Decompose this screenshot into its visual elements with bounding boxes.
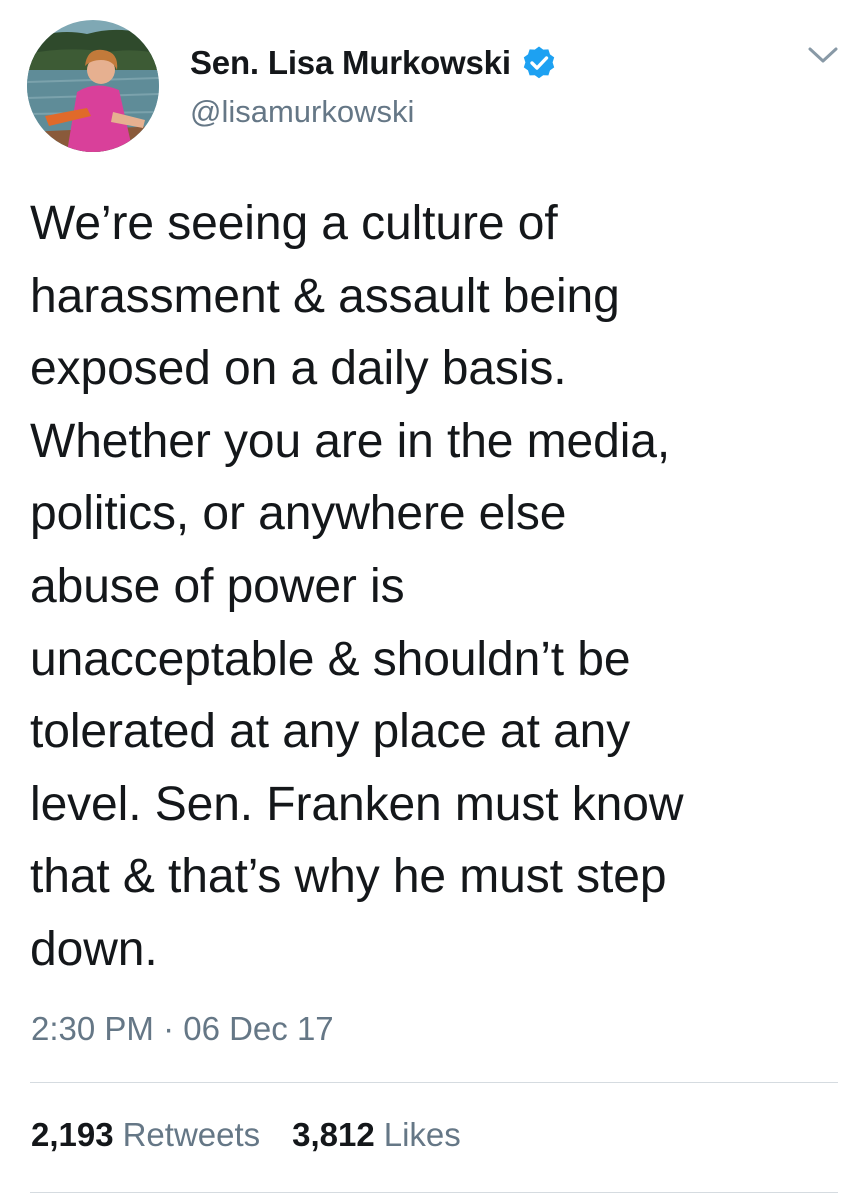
tweet-stats: 2,193 Retweets 3,812 Likes: [31, 1116, 461, 1154]
avatar-image: [27, 20, 159, 152]
retweets-count: 2,193: [31, 1116, 114, 1153]
verified-badge-icon: [523, 46, 555, 79]
chevron-down-icon[interactable]: [806, 43, 840, 67]
likes-stat[interactable]: 3,812 Likes: [292, 1116, 461, 1154]
display-name[interactable]: Sen. Lisa Murkowski: [190, 44, 511, 82]
tweet-timestamp[interactable]: 2:30 PM · 06 Dec 17: [31, 1010, 334, 1048]
likes-label: Likes: [383, 1116, 461, 1153]
divider: [30, 1192, 838, 1193]
avatar[interactable]: [27, 20, 159, 152]
divider: [30, 1082, 838, 1083]
tweet-text: We’re seeing a culture of harassment & a…: [30, 197, 684, 976]
tweet: Sen. Lisa Murkowski @lisamurkowski We’re…: [0, 0, 865, 1200]
author-handle[interactable]: @lisamurkowski: [190, 94, 414, 130]
author-name-row: Sen. Lisa Murkowski: [190, 44, 557, 82]
retweets-label: Retweets: [122, 1116, 261, 1153]
retweets-stat[interactable]: 2,193 Retweets: [31, 1116, 260, 1154]
likes-count: 3,812: [292, 1116, 375, 1153]
